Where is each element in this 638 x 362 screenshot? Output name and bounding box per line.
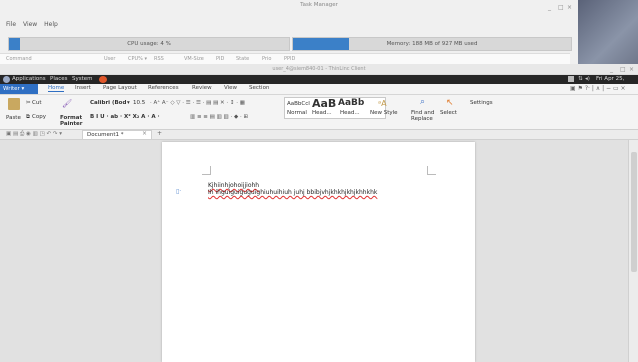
cut-icon: ✂: [26, 100, 31, 106]
task-manager-window: Task Manager _ □ × File View Help CPU us…: [0, 0, 638, 68]
menu-places[interactable]: Places: [50, 75, 68, 84]
toolbar-window-icons[interactable]: ▣ ⚑ ?· | ∧ | − ▭ ×: [570, 85, 626, 92]
cpu-usage-meter: CPU usage: 4 %: [8, 37, 290, 51]
font-size-select[interactable]: 10.5: [133, 100, 145, 106]
new-style-icon: ᵃA: [378, 99, 387, 108]
quick-access-toolbar[interactable]: ▣ ▤ ⎙ ◉ ▥ ◳ ↶ ↷ ▾: [6, 131, 62, 138]
tab-references[interactable]: References: [148, 85, 179, 91]
tab-review[interactable]: Review: [192, 85, 212, 91]
writer-app-label: Writer: [3, 86, 20, 92]
tab-view[interactable]: View: [224, 85, 237, 91]
new-style-button[interactable]: New Style: [370, 110, 398, 116]
column-command[interactable]: Command: [6, 56, 32, 62]
new-tab-button[interactable]: +: [157, 130, 162, 137]
paste-icon[interactable]: [8, 98, 20, 110]
document-tab-title: Document1 *: [87, 132, 124, 138]
copy-button[interactable]: Copy: [32, 114, 46, 120]
find-replace-icon: ⌕: [420, 97, 426, 107]
minimize-button[interactable]: _: [548, 4, 551, 11]
document-text-line-1[interactable]: Kjhiinhjohoijjiohh: [208, 182, 259, 189]
font-name-select[interactable]: Calibri (Bod: [90, 100, 126, 106]
format-painter-label-2[interactable]: Painter: [60, 121, 82, 127]
column-user[interactable]: User: [104, 56, 115, 62]
memory-usage-label: Memory: 188 MB of 927 MB used: [386, 41, 478, 47]
writer-app-button[interactable]: Writer ▾: [0, 84, 38, 94]
margin-marker-top-left: [202, 166, 211, 175]
task-manager-menubar: File View Help: [6, 21, 63, 28]
style-normal-name[interactable]: Normal: [287, 110, 307, 116]
remote-client-title: user_4@siem840-01 - ThinLinc Client: [272, 66, 366, 72]
style-heading1-name[interactable]: Head...: [312, 110, 332, 116]
paste-button[interactable]: Paste: [6, 115, 21, 121]
remote-maximize-button[interactable]: □: [620, 66, 626, 73]
style-heading2-preview[interactable]: AaBb: [338, 98, 364, 108]
remote-minimize-button[interactable]: _: [610, 66, 613, 73]
copy-icon: ⧉: [26, 114, 30, 120]
style-heading1-preview[interactable]: AaB: [312, 97, 336, 110]
network-icon[interactable]: ⇅: [578, 75, 583, 84]
document-page[interactable]: ▯· Kjhiinhjohoijjiohh Ih ihguiguiguguigh…: [162, 142, 475, 362]
font-style-buttons[interactable]: B I U · ab · X² X₂ A · A ·: [90, 114, 160, 120]
home-ribbon: Paste ✂ Cut ⧉ Copy 🖌 Format Painter Cali…: [0, 95, 638, 130]
paragraph-handle-icon[interactable]: ▯·: [176, 188, 181, 195]
scrollbar-thumb[interactable]: [631, 152, 637, 272]
column-vm-size[interactable]: VM-Size: [184, 56, 204, 62]
column-prio[interactable]: Prio: [262, 56, 271, 62]
desktop-background-thumbnail: [578, 0, 638, 68]
remote-client-titlebar: user_4@siem840-01 - ThinLinc Client: [0, 64, 638, 74]
settings-button[interactable]: Settings: [470, 100, 493, 106]
desktop-panel: Applications Places System ⇅ ◂) Fri Apr …: [0, 75, 638, 91]
document-tab-close-icon[interactable]: ×: [142, 130, 147, 137]
find-replace-label-2[interactable]: Replace: [411, 116, 433, 122]
document-tab-bar: ▣ ▤ ⎙ ◉ ▥ ◳ ↶ ↷ ▾ Document1 * × +: [0, 130, 638, 140]
firefox-icon[interactable]: [99, 76, 107, 83]
style-normal-preview[interactable]: AaBbCcI: [287, 101, 310, 107]
menu-file[interactable]: File: [6, 21, 16, 28]
vertical-scrollbar[interactable]: [628, 140, 638, 362]
menu-applications[interactable]: Applications: [12, 75, 46, 84]
margin-marker-top-right: [427, 166, 436, 175]
format-painter-icon: 🖌: [62, 99, 73, 108]
memory-usage-meter: Memory: 188 MB of 927 MB used: [292, 37, 572, 51]
column-rss[interactable]: RSS: [154, 56, 164, 62]
screen-icon[interactable]: [568, 76, 574, 82]
close-button[interactable]: ×: [567, 4, 572, 11]
task-manager-title: Task Manager: [300, 2, 338, 8]
maximize-button[interactable]: □: [558, 4, 564, 11]
cpu-usage-label: CPU usage: 4 %: [127, 41, 171, 47]
paragraph-buttons[interactable]: ▥ ≡ ≡ ▤ ▥ ▥ · ◆ · ⊞: [190, 114, 248, 120]
select-button[interactable]: Select: [440, 110, 457, 116]
column-state[interactable]: State: [236, 56, 249, 62]
wps-tab-row: Writer ▾ Home Insert Page Layout Referen…: [0, 84, 638, 95]
column-pid[interactable]: PID: [216, 56, 224, 62]
style-heading2-name[interactable]: Head...: [340, 110, 360, 116]
tab-insert[interactable]: Insert: [75, 85, 91, 91]
font-name-dropdown-icon[interactable]: ▾: [127, 100, 130, 106]
menu-view[interactable]: View: [23, 21, 37, 28]
volume-icon[interactable]: ◂): [585, 75, 590, 84]
distro-logo-icon: [3, 76, 10, 83]
tab-section[interactable]: Section: [249, 85, 269, 91]
remote-close-button[interactable]: ×: [629, 66, 634, 73]
document-text-line-2[interactable]: Ih ihguiguiguguighiuhuihiuh juhj bbibjvh…: [208, 189, 377, 196]
column-cpu[interactable]: CPU% ▾: [128, 56, 147, 62]
select-icon: ↖: [446, 98, 454, 108]
column-ppid[interactable]: PPID: [284, 56, 295, 62]
cut-button[interactable]: Cut: [32, 100, 41, 106]
menu-help[interactable]: Help: [44, 21, 58, 28]
tab-home[interactable]: Home: [48, 85, 65, 92]
tab-page-layout[interactable]: Page Layout: [103, 85, 137, 91]
menu-system[interactable]: System: [72, 75, 93, 84]
font-size-buttons[interactable]: · A⁺ A⁻ ◇ ▽ · ☰ · ☰ · ▤ ▤ ✕ · ↕ · ▦: [150, 100, 245, 106]
